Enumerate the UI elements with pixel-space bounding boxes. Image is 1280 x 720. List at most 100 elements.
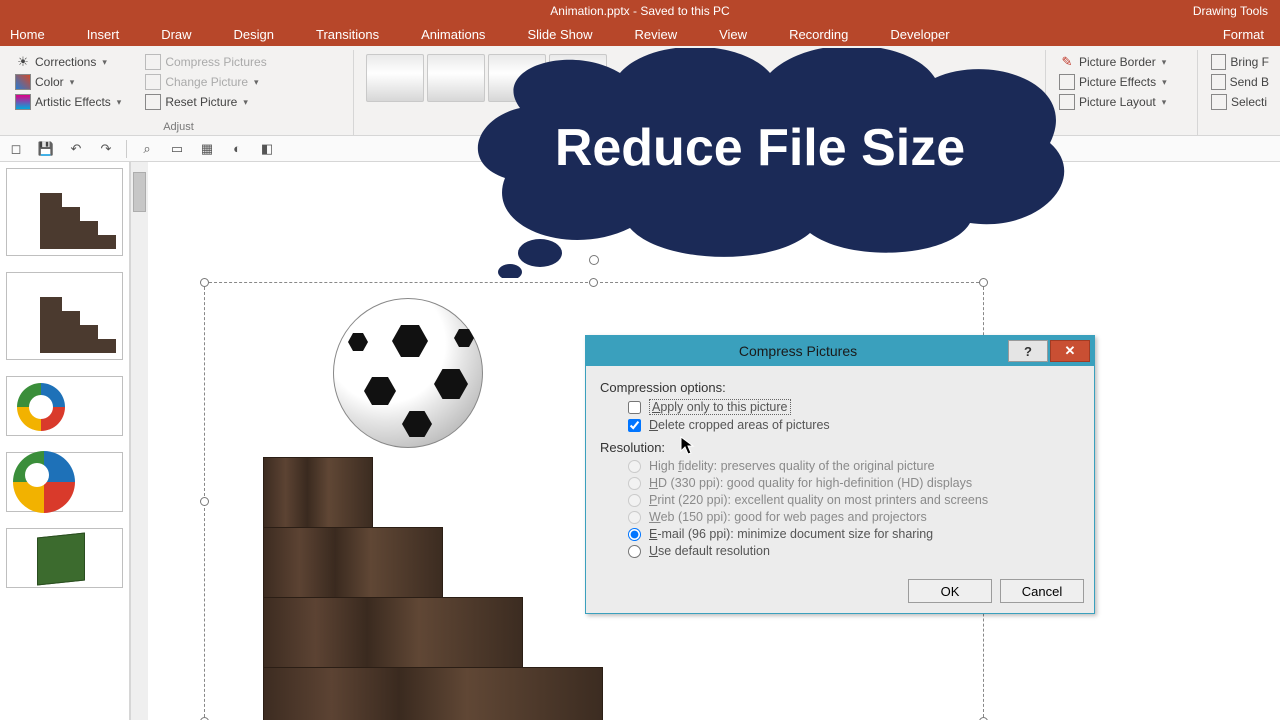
resize-handle[interactable] (979, 278, 988, 287)
corrections-button[interactable]: ☀ Corrections▾ (12, 52, 124, 72)
compress-pictures-dialog: Compress Pictures ? ✕ Compression option… (585, 335, 1095, 614)
picture-layout-button[interactable]: Picture Layout▾ (1056, 92, 1189, 112)
delete-cropped-input[interactable] (628, 419, 641, 432)
resolution-label: Resolution: (600, 440, 1080, 455)
undo-icon[interactable]: ↶ (66, 139, 86, 159)
bring-forward-icon (1211, 54, 1226, 70)
qat-button[interactable]: ◧ (257, 139, 277, 159)
soccer-ball-picture[interactable] (333, 298, 483, 448)
dialog-title-bar[interactable]: Compress Pictures ? ✕ (586, 336, 1094, 366)
artistic-effects-button[interactable]: Artistic Effects▾ (12, 92, 124, 112)
picture-style-thumb[interactable] (366, 54, 424, 102)
picture-effects-button[interactable]: Picture Effects▾ (1056, 72, 1189, 92)
send-backward-icon (1211, 74, 1226, 90)
contextual-tab-group-label: Drawing Tools (1193, 4, 1280, 18)
slide-thumbnail[interactable] (6, 452, 123, 512)
picture-effects-label: Picture Effects (1079, 75, 1156, 89)
tab-design[interactable]: Design (230, 25, 278, 44)
compression-options-label: Compression options: (600, 380, 1080, 395)
send-backward-button[interactable]: Send B (1208, 72, 1272, 92)
picture-styles-gallery[interactable] (364, 52, 1037, 104)
help-button[interactable]: ? (1008, 340, 1048, 362)
resolution-web[interactable]: Web (150 ppi): good for web pages and pr… (628, 510, 1080, 524)
change-picture-label: Change Picture (165, 75, 248, 89)
tab-insert[interactable]: Insert (83, 25, 124, 44)
color-button[interactable]: Color▾ (12, 72, 124, 92)
resize-handle[interactable] (200, 497, 209, 506)
thumbnails-scrollbar[interactable] (130, 162, 148, 720)
color-label: Color (35, 75, 64, 89)
qat-button[interactable]: ⌕ (137, 139, 157, 159)
picture-style-thumb[interactable] (427, 54, 485, 102)
qat-button[interactable]: ◐ (227, 139, 247, 159)
tab-slideshow[interactable]: Slide Show (523, 25, 596, 44)
delete-cropped-checkbox[interactable]: Delete cropped areas of picturesDelete c… (628, 418, 1080, 432)
scrollbar-handle[interactable] (133, 172, 146, 212)
compress-pictures-button[interactable]: Compress Pictures (142, 52, 269, 72)
tab-format[interactable]: Format (1213, 25, 1274, 44)
adjust-group-label: Adjust (4, 121, 353, 133)
reset-label: Reset Picture (165, 95, 237, 109)
picture-style-thumb[interactable] (488, 54, 546, 102)
resolution-hd[interactable]: HD (330 ppi): good quality for high-defi… (628, 476, 1080, 490)
resize-handle[interactable] (200, 278, 209, 287)
tab-home[interactable]: Home (6, 25, 49, 44)
close-button[interactable]: ✕ (1050, 340, 1090, 362)
resolution-email[interactable]: E-mail (96 ppi): minimize document size … (628, 527, 1080, 541)
compress-icon (145, 54, 161, 70)
selection-pane-label: Selecti (1231, 95, 1267, 109)
resolution-print[interactable]: Print (220 ppi): excellent quality on mo… (628, 493, 1080, 507)
ok-button[interactable]: OK (908, 579, 992, 603)
apply-only-checkbox[interactable]: AApply only to this picturepply only to … (628, 399, 1080, 415)
tab-view[interactable]: View (715, 25, 751, 44)
compress-label: Compress Pictures (165, 55, 266, 69)
pencil-icon: ✎ (1059, 54, 1075, 70)
apply-only-input[interactable] (628, 401, 641, 414)
document-title: Animation.pptx - Saved to this PC (550, 4, 729, 18)
slide-thumbnail[interactable] (6, 272, 123, 360)
cube-icon (37, 532, 85, 585)
artistic-icon (15, 94, 31, 110)
slide-thumbnail[interactable] (6, 168, 123, 256)
slide-thumbnail[interactable] (6, 528, 123, 588)
dialog-title: Compress Pictures (590, 343, 1006, 359)
title-bar: Animation.pptx - Saved to this PC Drawin… (0, 0, 1280, 22)
picture-layout-label: Picture Layout (1079, 95, 1156, 109)
tab-review[interactable]: Review (630, 25, 681, 44)
resize-handle[interactable] (589, 278, 598, 287)
cancel-button[interactable]: Cancel (1000, 579, 1084, 603)
picture-style-thumb[interactable] (549, 54, 607, 102)
change-picture-icon (145, 74, 161, 90)
bring-forward-label: Bring F (1230, 55, 1269, 69)
redo-icon[interactable]: ↷ (96, 139, 116, 159)
corrections-label: Corrections (35, 55, 96, 69)
qat-button[interactable]: ◻ (6, 139, 26, 159)
resolution-high-fidelity[interactable]: High fidelity: preserves quality of the … (628, 459, 1080, 473)
send-backward-label: Send B (1230, 75, 1269, 89)
layout-icon (1059, 94, 1075, 110)
artistic-label: Artistic Effects (35, 95, 111, 109)
resolution-default[interactable]: Use default resolutionUse default resolu… (628, 544, 1080, 558)
selection-pane-button[interactable]: Selecti (1208, 92, 1272, 112)
bring-forward-button[interactable]: Bring F (1208, 52, 1272, 72)
tab-transitions[interactable]: Transitions (312, 25, 383, 44)
picture-border-button[interactable]: ✎ Picture Border▾ (1056, 52, 1189, 72)
qat-button[interactable]: ▦ (197, 139, 217, 159)
rotate-handle[interactable] (589, 255, 599, 265)
quick-access-toolbar: ◻ 💾 ↶ ↷ ⌕ ▭ ▦ ◐ ◧ (0, 136, 1280, 162)
save-icon[interactable]: 💾 (36, 139, 56, 159)
qat-button[interactable]: ▭ (167, 139, 187, 159)
tab-draw[interactable]: Draw (157, 25, 195, 44)
reset-picture-button[interactable]: Reset Picture▾ (142, 92, 269, 112)
color-icon (15, 74, 31, 90)
slide-thumbnail[interactable] (6, 376, 123, 436)
chart-icon (17, 383, 65, 431)
brightness-icon: ☀ (15, 54, 31, 70)
chart-icon (13, 451, 75, 513)
tab-animations[interactable]: Animations (417, 25, 489, 44)
tab-recording[interactable]: Recording (785, 25, 852, 44)
reset-icon (145, 94, 161, 110)
tab-developer[interactable]: Developer (886, 25, 953, 44)
slide-thumbnails-pane[interactable] (0, 162, 130, 720)
change-picture-button[interactable]: Change Picture▾ (142, 72, 269, 92)
